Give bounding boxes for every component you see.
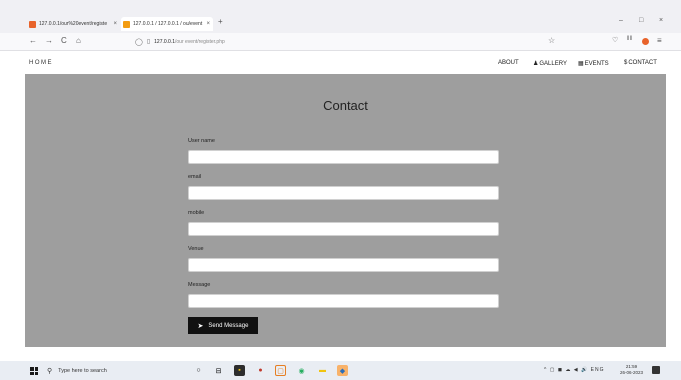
library-icon[interactable]: ‖‖ [627, 36, 632, 42]
menu-icon[interactable]: ≡ [657, 36, 662, 45]
home-icon[interactable]: ⌂ [76, 36, 81, 45]
tab-label: 127.0.0.1/our%20event/registe [39, 21, 108, 27]
url-path: /our event/register.php [175, 38, 225, 45]
firefox-icon[interactable]: ◆ [337, 365, 348, 376]
address-bar[interactable]: ◯ ▯ 127.0.0.1 /our event/register.php [135, 35, 575, 48]
windows-start-icon[interactable] [30, 367, 38, 375]
nav-events-label: EVENTS [584, 61, 609, 67]
nav-about-label: ABOUT [498, 60, 519, 66]
search-placeholder: Type here to search [58, 368, 107, 374]
email-input[interactable] [188, 186, 499, 200]
venue-label: Venue [188, 246, 204, 252]
shield-icon: ◯ [135, 38, 143, 46]
email-label: email [188, 174, 202, 180]
system-tray[interactable]: ^ ▢ ◼ ☁ ◀ 🔊 ENG [544, 367, 604, 373]
minimize-icon[interactable]: – [619, 17, 623, 24]
tab-label: 127.0.0.1 / 127.0.0.1 / ou/event [133, 21, 203, 27]
close-tab-icon[interactable]: × [206, 21, 210, 27]
forward-icon[interactable]: → [45, 36, 53, 45]
send-message-label: Send Message [208, 322, 249, 329]
account-icon[interactable] [642, 38, 649, 45]
clock-date: 26-06-2023 [620, 370, 644, 375]
new-tab-icon[interactable]: + [218, 17, 223, 26]
search-icon: ⚲ [47, 368, 53, 375]
app-icon[interactable]: ▢ [275, 365, 286, 376]
browser-tab[interactable]: 127.0.0.1/our%20event/registe × [27, 17, 120, 31]
url-host: 127.0.0.1 [154, 38, 176, 45]
nav-gallery-label: GALLERY [539, 61, 567, 67]
close-tab-icon[interactable]: × [113, 21, 117, 27]
taskbar-search[interactable]: ⚲ Type here to search [47, 365, 177, 377]
notification-icon[interactable] [652, 366, 660, 374]
site-navbar: HOME ABOUT ♟GALLERY ▦EVENTS $CONTACT [0, 52, 681, 74]
dollar-icon: $ [624, 60, 628, 66]
page-icon: ▯ [146, 39, 151, 45]
grid-icon: ▦ [578, 61, 584, 67]
message-input[interactable] [188, 294, 499, 308]
folder-icon[interactable]: ▬ [317, 365, 328, 376]
nav-contact-label: CONTACT [628, 60, 657, 66]
phpmyadmin-icon [123, 20, 130, 28]
page-title: Contact [323, 98, 368, 113]
screen: 127.0.0.1/our%20event/registe × 127.0.0.… [0, 0, 681, 380]
task-view-icon[interactable]: ⊟ [213, 365, 224, 376]
venue-input[interactable] [188, 258, 499, 272]
nav-about[interactable]: ABOUT [498, 60, 519, 66]
page-bottom [0, 347, 681, 361]
cortana-icon[interactable]: ○ [193, 365, 204, 376]
send-message-button[interactable]: ➤ Send Message [188, 317, 258, 334]
mobile-label: mobile [188, 210, 205, 216]
home-link[interactable]: HOME [29, 60, 53, 66]
maximize-icon[interactable]: □ [639, 17, 643, 24]
pocket-icon[interactable]: ♡ [612, 36, 618, 44]
back-icon[interactable]: ← [29, 36, 37, 45]
browser-toolbar: ← → C ⌂ ◯ ▯ 127.0.0.1 /our event/registe… [0, 33, 681, 51]
nav-gallery[interactable]: ♟GALLERY [533, 60, 567, 67]
browser-tab-bar: 127.0.0.1/our%20event/registe × 127.0.0.… [0, 0, 681, 33]
bookmark-star-icon[interactable]: ☆ [548, 36, 555, 45]
username-label: User name [188, 138, 215, 144]
mobile-input[interactable] [188, 222, 499, 236]
username-input[interactable] [188, 150, 499, 164]
windows-taskbar: ⚲ Type here to search ○ ⊟ ▪ ● ▢ ◉ ▬ ◆ ^ … [0, 361, 681, 380]
app-icon[interactable]: ● [255, 365, 266, 376]
browser-tab-active[interactable]: 127.0.0.1 / 127.0.0.1 / ou/event × [121, 17, 213, 31]
reload-icon[interactable]: C [61, 36, 67, 45]
user-icon: ♟ [533, 61, 539, 67]
nav-events[interactable]: ▦EVENTS [578, 60, 609, 67]
page-favicon-icon [29, 20, 36, 28]
chrome-icon[interactable]: ◉ [296, 365, 307, 376]
message-label: Message [188, 282, 211, 288]
app-icon[interactable]: ▪ [234, 365, 245, 376]
nav-contact[interactable]: $CONTACT [624, 60, 657, 66]
language-indicator: ENG [590, 367, 605, 373]
clock[interactable]: 21:59 26-06-2023 [620, 364, 643, 376]
close-window-icon[interactable]: × [659, 17, 663, 24]
send-plane-icon: ➤ [197, 322, 204, 330]
contact-section: Contact User name email mobile Venue Mes… [25, 74, 666, 347]
